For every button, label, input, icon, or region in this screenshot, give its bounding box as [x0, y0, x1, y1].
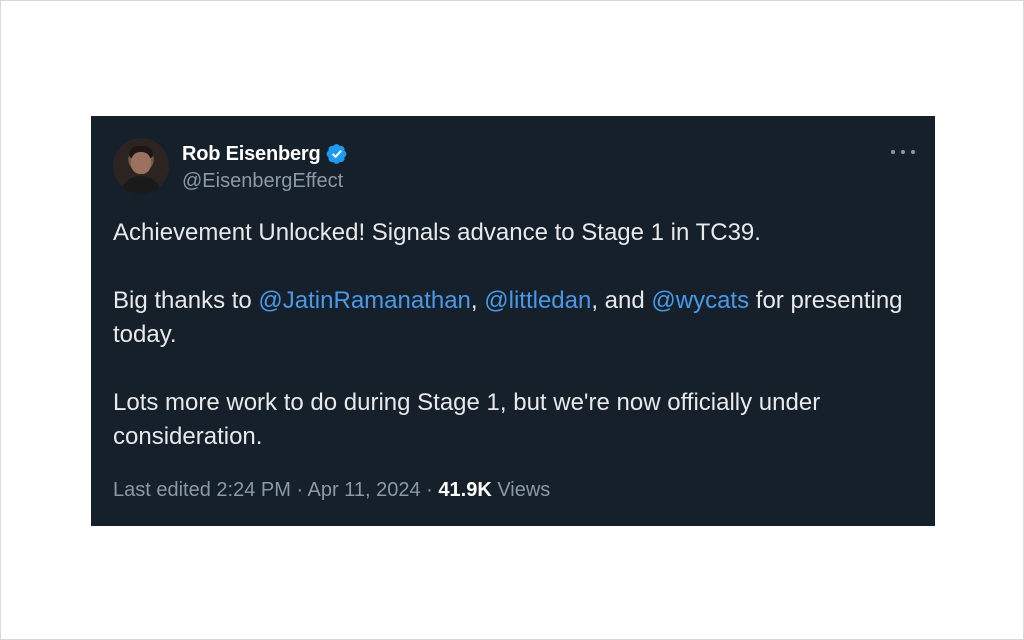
verified-badge-icon	[326, 144, 346, 164]
tweet-paragraph-1: Achievement Unlocked! Signals advance to…	[113, 219, 761, 246]
author-display-name[interactable]: Rob Eisenberg	[182, 143, 321, 166]
views-count: 41.9K	[438, 479, 492, 501]
avatar-face	[131, 152, 151, 174]
mention-link-jatinramanathan[interactable]: @JatinRamanathan	[258, 287, 470, 314]
edited-timestamp-link[interactable]: Last edited 2:24 PM · Apr 11, 2024 ·	[113, 479, 438, 501]
mention-link-wycats[interactable]: @wycats	[651, 287, 749, 314]
avatar[interactable]	[113, 138, 169, 194]
avatar-body	[119, 176, 163, 194]
page-frame: Rob Eisenberg @EisenbergEffect Achieveme…	[0, 0, 1024, 640]
tweet-paragraph-3: Lots more work to do during Stage 1, but…	[113, 389, 821, 450]
more-dot	[911, 150, 915, 154]
mention-link-littledan[interactable]: @littledan	[484, 287, 591, 314]
tweet-text: Achievement Unlocked! Signals advance to…	[113, 216, 913, 454]
author-handle[interactable]: @EisenbergEffect	[182, 170, 348, 193]
tweet-card[interactable]: Rob Eisenberg @EisenbergEffect Achieveme…	[91, 116, 935, 526]
tweet-meta: Last edited 2:24 PM · Apr 11, 2024 · 41.…	[113, 479, 550, 502]
author-block: Rob Eisenberg @EisenbergEffect	[182, 141, 348, 193]
text-segment: Big thanks to	[113, 287, 259, 314]
more-dot	[901, 150, 905, 154]
more-options-button[interactable]	[891, 142, 915, 162]
text-segment: ,	[470, 287, 485, 314]
text-segment: , and	[591, 287, 652, 314]
more-dot	[891, 150, 895, 154]
author-name-row: Rob Eisenberg	[182, 141, 348, 167]
views-label: Views	[491, 479, 551, 501]
tweet-paragraph-2: Big thanks to @JatinRamanathan, @littled…	[113, 284, 913, 352]
